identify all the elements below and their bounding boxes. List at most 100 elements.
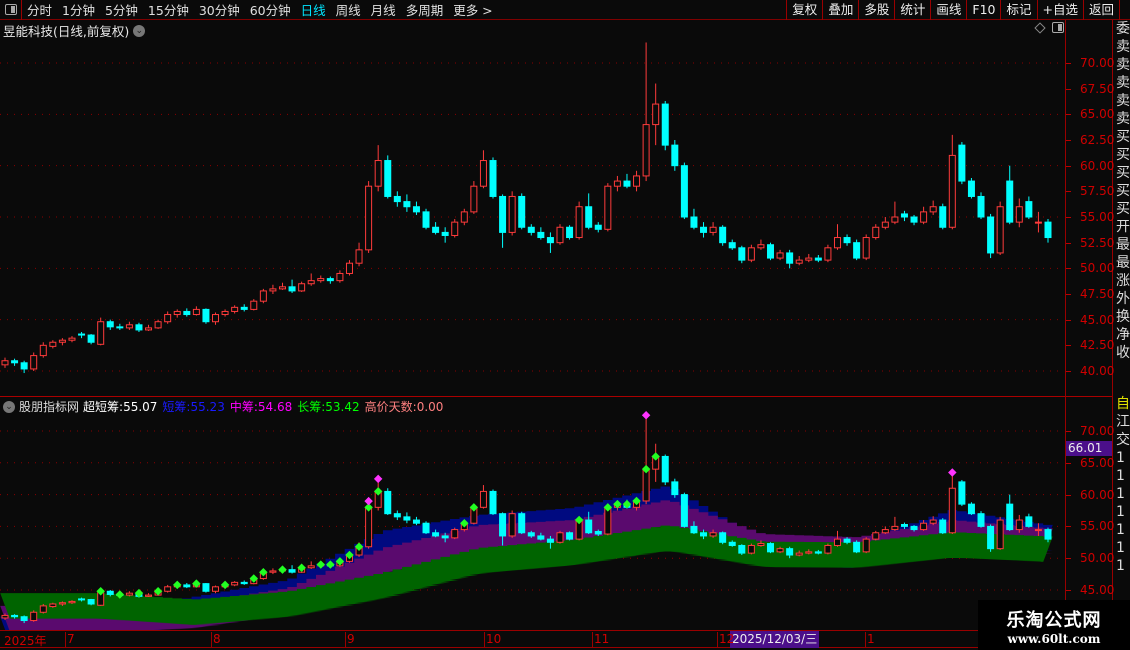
candle[interactable] [920,206,928,225]
indicator-candle[interactable] [240,580,248,585]
candle[interactable] [633,170,641,192]
candle[interactable] [365,181,373,253]
candle[interactable] [853,239,861,261]
indicator-candle[interactable] [939,518,947,535]
indicator-candle[interactable] [671,478,679,498]
candle[interactable] [288,279,296,293]
candle[interactable] [566,225,574,240]
candle[interactable] [1,357,9,368]
indicator-candle[interactable] [183,583,191,589]
candle[interactable] [776,249,784,261]
candle[interactable] [68,336,76,343]
indicator-candle[interactable] [958,479,966,507]
candle[interactable] [652,83,660,146]
candle[interactable] [987,213,995,259]
indicator-candle[interactable] [891,516,899,531]
candle[interactable] [231,305,239,314]
candle[interactable] [537,227,545,240]
side-panel-row[interactable]: 1 [1113,449,1130,467]
candle[interactable] [154,319,162,329]
toolbar-button-8[interactable]: 返回 [1082,0,1120,20]
indicator-candle[interactable] [833,530,841,547]
candle[interactable] [326,276,334,284]
indicator-candle[interactable] [422,521,430,535]
candle[interactable] [814,254,822,263]
candle[interactable] [412,201,420,215]
candle[interactable] [872,224,880,240]
candle[interactable] [1025,196,1033,220]
chevron-down-icon[interactable]: ⌄ [3,400,15,413]
indicator-candle[interactable] [556,530,564,544]
candle[interactable] [747,244,755,263]
side-panel-row[interactable]: 1 [1113,467,1130,485]
indicator-candle[interactable] [661,454,669,486]
indicator-candle[interactable] [451,527,459,540]
candle[interactable] [135,322,143,332]
candle[interactable] [30,352,38,371]
candle[interactable] [250,299,258,311]
candle[interactable] [1006,165,1014,225]
candle[interactable] [680,162,688,220]
indicator-candle[interactable] [738,544,746,556]
indicator-candle[interactable] [948,475,956,535]
candle[interactable] [738,245,746,264]
side-panel-row[interactable]: 最 [1113,236,1130,254]
candle[interactable] [1034,211,1042,233]
candle[interactable] [900,210,908,222]
candle[interactable] [671,140,679,171]
indicator-candle[interactable] [384,488,392,515]
candle[interactable] [432,222,440,235]
side-panel-row[interactable]: 买 [1113,146,1130,164]
candle[interactable] [527,224,535,236]
candle[interactable] [1015,198,1023,228]
side-panel-row[interactable]: 买 [1113,182,1130,200]
candle[interactable] [929,200,937,215]
candle[interactable] [709,222,717,236]
candle[interactable] [891,201,899,225]
candle[interactable] [269,284,277,294]
candle[interactable] [125,321,133,330]
candle[interactable] [374,145,382,192]
indicator-candle[interactable] [30,610,38,622]
indicator-candle[interactable] [489,489,497,515]
indicator-candle[interactable] [747,543,755,555]
candle[interactable] [546,232,554,253]
side-panel-row[interactable]: 卖 [1113,110,1130,128]
side-panel-row[interactable]: 卖 [1113,74,1130,92]
candle[interactable] [996,201,1004,255]
candle[interactable] [11,358,19,366]
candle[interactable] [307,273,315,286]
indicator-candle[interactable] [87,598,95,606]
side-panel-row[interactable]: 买 [1113,164,1130,182]
candle[interactable] [728,239,736,250]
pane-divider[interactable] [0,396,1113,397]
candle[interactable] [221,309,229,317]
kline-chart[interactable] [0,0,1065,630]
candle[interactable] [78,331,86,339]
candle[interactable] [355,242,363,267]
candle[interactable] [556,224,564,245]
candle[interactable] [881,217,889,230]
side-panel-row[interactable]: 1 [1113,503,1130,521]
candle[interactable] [116,323,124,330]
candle[interactable] [948,134,956,230]
candle[interactable] [58,338,66,346]
side-panel-row[interactable]: 1 [1113,521,1130,539]
candle[interactable] [833,224,841,250]
side-panel-row[interactable]: 最 [1113,254,1130,272]
side-panel-row[interactable]: 交 [1113,431,1130,449]
indicator-candle[interactable] [39,603,47,614]
side-panel-row[interactable]: 自 [1113,395,1130,413]
candle[interactable] [240,304,248,312]
candle[interactable] [757,239,765,250]
candle[interactable] [977,192,985,220]
candle[interactable] [403,194,411,212]
candle[interactable] [594,222,602,233]
indicator-candle[interactable] [393,510,401,521]
candle[interactable] [719,225,727,246]
candle[interactable] [39,342,47,358]
indicator-candle[interactable] [145,593,153,597]
side-panel-row[interactable]: 卖 [1113,56,1130,74]
candle[interactable] [97,317,105,346]
candle[interactable] [575,201,583,240]
